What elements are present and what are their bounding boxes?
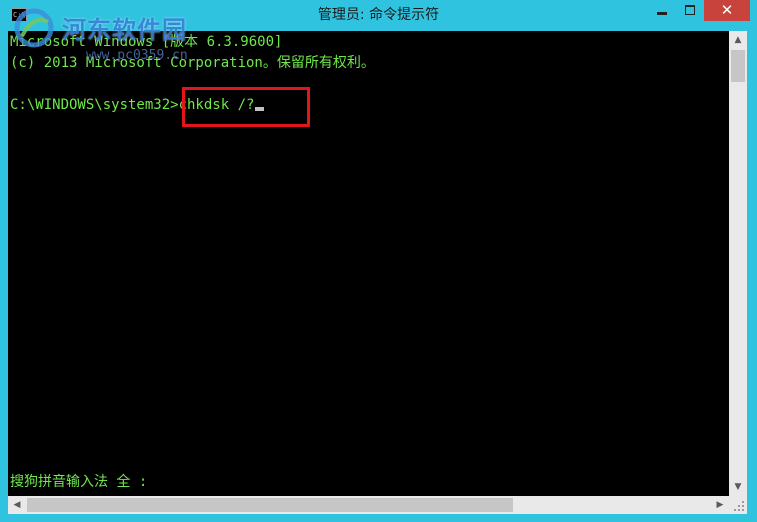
command-line[interactable]: C:\WINDOWS\system32>chkdsk /? xyxy=(10,96,265,114)
scroll-down-icon[interactable]: ▼ xyxy=(729,478,747,496)
copyright-line: (c) 2013 Microsoft Corporation。保留所有权利。 xyxy=(10,55,375,71)
vertical-scrollbar[interactable]: ▲ ▼ xyxy=(729,31,747,496)
command-prompt-window: C:\_ 管理员: 命令提示符 ✕ Microsoft Windows [版本 … xyxy=(0,0,757,522)
close-button[interactable]: ✕ xyxy=(704,0,750,21)
window-title: 管理员: 命令提示符 xyxy=(317,7,440,23)
console-output[interactable]: Microsoft Windows [版本 6.3.9600] (c) 2013… xyxy=(8,31,729,496)
horizontal-scrollbar[interactable]: ◀ ▶ xyxy=(8,496,729,514)
scroll-right-icon[interactable]: ▶ xyxy=(711,496,729,514)
text-cursor xyxy=(255,107,265,111)
command-text[interactable]: chkdsk /? xyxy=(179,97,255,113)
vertical-scroll-thumb[interactable] xyxy=(731,50,745,82)
minimize-icon xyxy=(657,12,667,15)
scroll-up-icon[interactable]: ▲ xyxy=(729,31,747,49)
close-icon: ✕ xyxy=(720,1,734,19)
version-line: Microsoft Windows [版本 6.3.9600] xyxy=(10,34,283,50)
prompt-text: C:\WINDOWS\system32> xyxy=(10,97,179,113)
title-bar[interactable]: C:\_ 管理员: 命令提示符 ✕ xyxy=(0,0,757,31)
horizontal-scroll-thumb[interactable] xyxy=(27,498,513,512)
ime-status-bar: 搜狗拼音输入法 全 : xyxy=(10,474,148,490)
maximize-icon xyxy=(685,5,695,15)
maximize-button[interactable] xyxy=(676,0,704,20)
scroll-left-icon[interactable]: ◀ xyxy=(8,496,26,514)
minimize-button[interactable] xyxy=(648,0,676,20)
resize-grip-icon[interactable] xyxy=(729,496,747,514)
